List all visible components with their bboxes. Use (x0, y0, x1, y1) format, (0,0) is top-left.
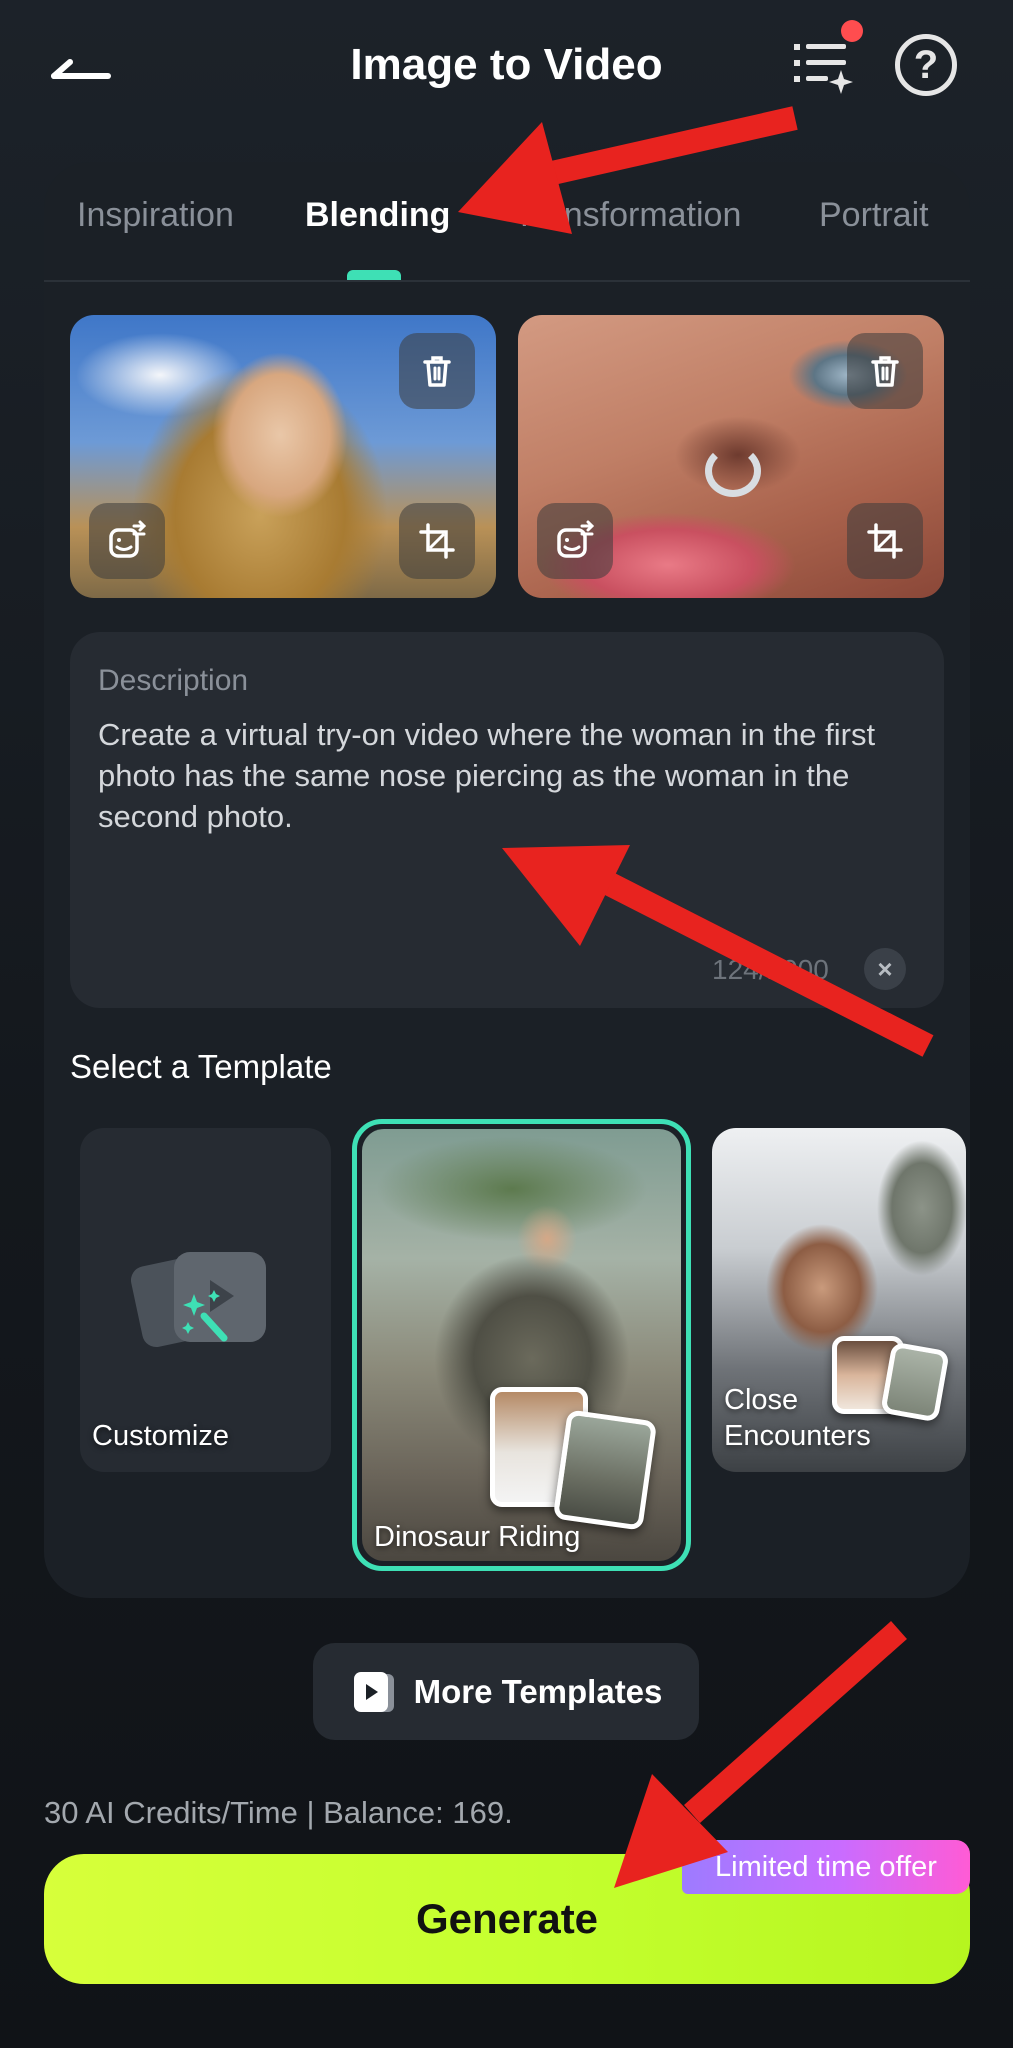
replace-photo-1-button[interactable] (89, 503, 165, 579)
limited-offer-badge: Limited time offer (682, 1840, 970, 1894)
tab-transformation[interactable]: Transformation (514, 196, 741, 235)
close-icon: × (877, 953, 893, 984)
tabs-divider (44, 280, 970, 282)
face-swap-icon (557, 520, 595, 558)
task-list-button[interactable] (786, 34, 856, 98)
tab-blending[interactable]: Blending (305, 196, 450, 235)
trash-icon (871, 356, 899, 387)
help-icon: ? (913, 42, 939, 87)
crop-icon (867, 523, 903, 559)
help-button[interactable]: ? (895, 34, 957, 96)
source-photo-1[interactable] (70, 315, 496, 598)
generate-label: Generate (415, 1895, 599, 1942)
notification-dot (841, 20, 863, 42)
replace-photo-2-button[interactable] (537, 503, 613, 579)
template-customize[interactable]: Customize (80, 1128, 331, 1472)
face-swap-icon (109, 520, 147, 558)
template-library-icon (353, 1671, 394, 1712)
credits-info: 30 AI Credits/Time | Balance: 169. (44, 1795, 513, 1830)
crop-photo-1-button[interactable] (399, 503, 475, 579)
trash-icon (423, 356, 451, 387)
delete-photo-1-button[interactable] (399, 333, 475, 409)
delete-photo-2-button[interactable] (847, 333, 923, 409)
crop-icon (419, 523, 455, 559)
page-title: Image to Video (350, 40, 663, 89)
task-list-icon (794, 44, 853, 94)
template-close-encounters[interactable]: Close Encounters (712, 1128, 966, 1472)
template-label: Customize (92, 1420, 229, 1452)
tab-portrait[interactable]: Portrait (819, 196, 929, 235)
character-counter: 124/1000 (712, 954, 829, 985)
template-dinosaur-riding[interactable]: Dinosaur Riding (352, 1119, 691, 1571)
more-templates-button[interactable]: More Templates (313, 1643, 699, 1740)
clear-description-button[interactable]: × (864, 948, 906, 990)
template-preview-image: Dinosaur Riding (362, 1129, 681, 1561)
tab-inspiration[interactable]: Inspiration (77, 196, 234, 235)
customize-icon (130, 1252, 266, 1348)
template-label: Dinosaur Riding (374, 1521, 581, 1553)
description-label: Description (98, 664, 249, 697)
templates-section-title: Select a Template (70, 1048, 332, 1085)
template-thumbnail-dinosaur (552, 1409, 658, 1531)
template-label: Close Encounters (724, 1384, 871, 1452)
more-templates-label: More Templates (413, 1672, 663, 1710)
nose-ring (705, 445, 761, 497)
active-tab-indicator (347, 270, 401, 280)
mode-tabs: Inspiration Blending Transformation Port… (44, 162, 970, 282)
crop-photo-2-button[interactable] (847, 503, 923, 579)
description-input[interactable]: Create a virtual try-on video where the … (98, 714, 918, 837)
